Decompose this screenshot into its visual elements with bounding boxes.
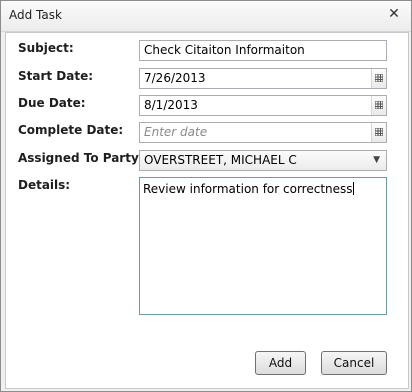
- calendar-icon[interactable]: [371, 123, 386, 142]
- details-value: Review information for correctness: [143, 182, 353, 196]
- subject-value: Check Citaiton Informaiton: [144, 43, 305, 57]
- subject-label: Subject:: [18, 41, 74, 55]
- cancel-button[interactable]: Cancel: [321, 351, 387, 375]
- details-label: Details:: [18, 178, 71, 192]
- complete-date-label: Complete Date:: [18, 123, 124, 137]
- due-date-field[interactable]: 8/1/2013: [139, 95, 387, 116]
- assigned-to-label: Assigned To Party:: [18, 151, 144, 165]
- due-date-label: Due Date:: [18, 96, 86, 110]
- start-date-field[interactable]: 7/26/2013: [139, 68, 387, 89]
- start-date-value: 7/26/2013: [144, 71, 206, 85]
- title-bar[interactable]: Add Task ✕: [1, 1, 411, 32]
- add-task-dialog: Add Task ✕ Subject: Check Citaiton Infor…: [0, 0, 412, 392]
- close-icon[interactable]: ✕: [386, 6, 402, 22]
- assigned-to-select[interactable]: OVERSTREET, MICHAEL C ▼: [139, 150, 387, 171]
- due-date-value: 8/1/2013: [144, 98, 198, 112]
- start-date-label: Start Date:: [18, 69, 94, 83]
- text-caret: [352, 182, 354, 195]
- add-button[interactable]: Add: [255, 351, 306, 375]
- chevron-down-icon[interactable]: ▼: [373, 151, 380, 170]
- subject-field[interactable]: Check Citaiton Informaiton: [139, 40, 387, 61]
- complete-date-placeholder: Enter date: [144, 125, 208, 139]
- calendar-icon[interactable]: [371, 69, 386, 88]
- calendar-icon[interactable]: [371, 96, 386, 115]
- window-title: Add Task: [9, 8, 62, 22]
- form-panel: Subject: Check Citaiton Informaiton Star…: [5, 32, 409, 389]
- details-textarea[interactable]: Review information for correctness: [139, 177, 387, 315]
- complete-date-field[interactable]: Enter date: [139, 122, 387, 143]
- assigned-to-value: OVERSTREET, MICHAEL C: [144, 153, 297, 167]
